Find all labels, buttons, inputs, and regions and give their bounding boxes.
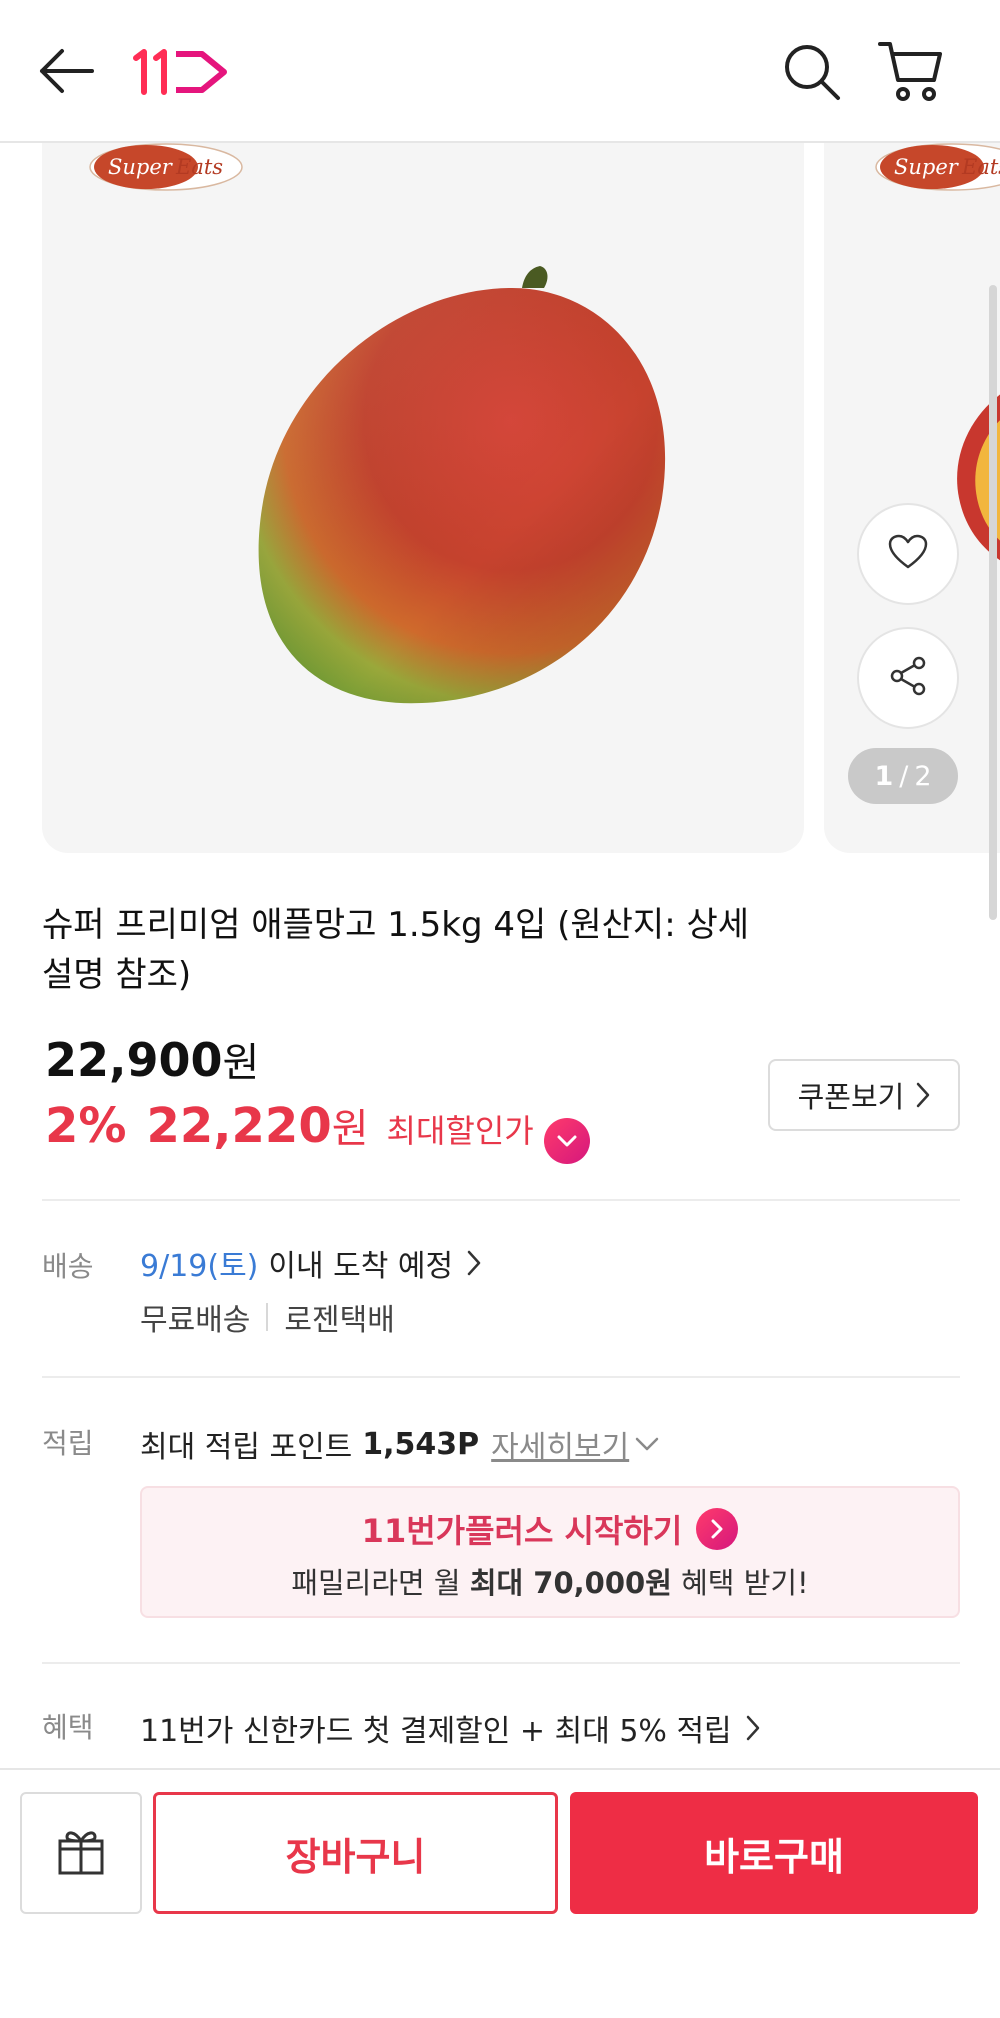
product-title: 슈퍼 프리미엄 애플망고 1.5kg 4입 (원산지: 상세설명 참조) [42, 905, 750, 995]
divider [42, 1199, 960, 1201]
coupon-button[interactable]: 쿠폰보기 [768, 1059, 960, 1131]
original-price-unit: 원 [222, 1040, 260, 1086]
sale-price-row: 2% 22,220원 최대할인가 [45, 1096, 590, 1164]
benefit-label: 혜택 [42, 1711, 94, 1744]
shipping-fee: 무료배송 [140, 1303, 251, 1338]
delivery-eta-link[interactable]: 9/19(토) 이내 도착 예정 [140, 1241, 481, 1285]
delivery-label: 배송 [42, 1250, 94, 1283]
share-button[interactable] [857, 627, 959, 729]
carrier: 로젠택배 [284, 1303, 395, 1338]
original-price: 22,900원 [45, 1030, 259, 1088]
product-image-2[interactable]: Super Eats [824, 143, 1000, 853]
chevron-right-icon [917, 1082, 930, 1108]
pager-total: 2 [914, 760, 932, 792]
site-logo[interactable] [130, 46, 230, 102]
delivery-eta-text: 이내 도착 예정 [268, 1249, 454, 1284]
benefit-link[interactable]: 11번가 신한카드 첫 결제할인 + 최대 5% 적립 [140, 1706, 760, 1750]
gift-button[interactable] [20, 1792, 142, 1914]
plus-promo-banner[interactable]: 11번가플러스 시작하기 패밀리라면 월 최대 70,000원 혜택 받기! [140, 1486, 960, 1618]
page-scrollbar[interactable] [989, 285, 997, 920]
chevron-right-icon [746, 1715, 759, 1741]
plus-sub-prefix: 패밀리라면 월 [291, 1566, 461, 1600]
plus-banner-title: 11번가플러스 시작하기 [142, 1506, 958, 1552]
brand-logo: Super Eats [874, 143, 1000, 197]
svg-text:Super: Super [108, 155, 174, 179]
sale-price: 22,220원 [147, 1096, 369, 1154]
points-text: 최대 적립 포인트 [140, 1430, 353, 1465]
image-pager: 1 / 2 [848, 748, 958, 804]
chevron-down-icon[interactable] [635, 1437, 659, 1451]
points-label: 적립 [42, 1427, 94, 1460]
plus-banner-title-text: 11번가플러스 시작하기 [361, 1512, 683, 1550]
cart-icon[interactable] [876, 38, 946, 108]
brand-logo: Super Eats [88, 143, 244, 197]
plus-sub-suffix: 혜택 받기! [681, 1566, 809, 1600]
sale-price-unit: 원 [331, 1106, 369, 1152]
top-header [0, 0, 1000, 143]
divider [42, 1662, 960, 1664]
svg-text:Eats: Eats [961, 155, 1000, 179]
arrow-circle-icon [696, 1508, 739, 1550]
pager-separator: / [899, 760, 909, 792]
original-price-value: 22,900 [45, 1033, 223, 1087]
svg-text:Eats: Eats [175, 155, 223, 179]
delivery-info: 무료배송 로젠택배 [140, 1295, 395, 1339]
gift-icon [55, 1825, 107, 1881]
coupon-button-label: 쿠폰보기 [797, 1080, 905, 1114]
plus-sub-bold: 최대 70,000원 [469, 1566, 672, 1600]
product-page: Super Eats Super Eat 1 / 2 슈퍼 프리미엄 애플망고 … [0, 0, 1000, 2018]
discount-percent: 2% [45, 1098, 127, 1154]
bottom-action-bar: 장바구니 바로구매 [0, 1768, 1000, 2018]
points-detail-link[interactable]: 자세히보기 [491, 1422, 629, 1466]
svg-text:Super: Super [894, 155, 960, 179]
plus-banner-subtitle: 패밀리라면 월 최대 70,000원 혜택 받기! [142, 1560, 958, 1602]
points-amount: 1,543P [362, 1426, 480, 1462]
arrow-left-icon[interactable] [36, 45, 96, 101]
pager-current: 1 [874, 760, 894, 792]
product-image-gallery[interactable]: Super Eats Super Eat 1 / 2 [0, 143, 1000, 858]
delivery-date: 9/19(토) [140, 1249, 259, 1284]
max-discount-label[interactable]: 최대할인가 [387, 1106, 534, 1152]
mango-image [222, 258, 682, 732]
wishlist-button[interactable] [857, 503, 959, 605]
benefit-text: 11번가 신한카드 첫 결제할인 + 최대 5% 적립 [140, 1714, 732, 1749]
add-to-cart-button[interactable]: 장바구니 [153, 1792, 558, 1914]
chevron-down-icon[interactable] [543, 1118, 590, 1164]
heart-icon [888, 534, 928, 574]
separator [266, 1303, 269, 1331]
share-icon [888, 655, 928, 701]
chevron-right-icon [467, 1250, 481, 1276]
points-row: 최대 적립 포인트 1,543P 자세히보기 [140, 1422, 659, 1466]
search-icon[interactable] [780, 40, 844, 108]
product-image-1[interactable]: Super Eats [42, 143, 804, 853]
divider [42, 1376, 960, 1378]
sale-price-value: 22,220 [146, 1098, 332, 1154]
buy-now-button[interactable]: 바로구매 [570, 1792, 978, 1914]
